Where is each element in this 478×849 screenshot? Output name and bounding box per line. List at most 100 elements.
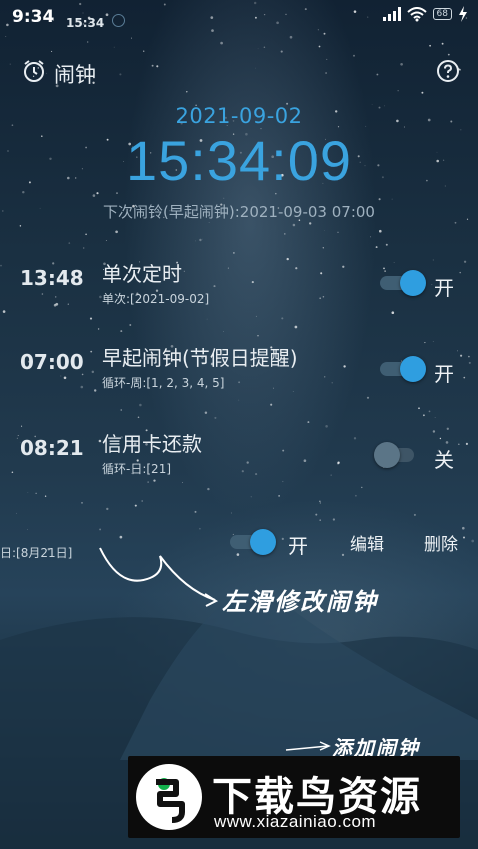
alarm-repeat: 循环-日:[21]	[102, 462, 172, 476]
signal-icon	[382, 7, 401, 21]
status-alarm-icon	[112, 14, 125, 27]
star	[19, 225, 22, 227]
star	[454, 221, 457, 224]
star	[68, 242, 71, 244]
star	[319, 519, 321, 521]
toggle-knob	[400, 356, 426, 382]
alarm-time: 07:00	[20, 350, 84, 374]
star	[81, 502, 83, 504]
edit-button[interactable]: 编辑	[350, 530, 384, 555]
star	[257, 335, 259, 337]
star	[201, 238, 203, 240]
star	[115, 230, 118, 234]
alarm-row[interactable]: 08:21 信用卡还款 循环-日:[21] 关	[0, 428, 478, 498]
alarm-title: 单次定时	[102, 262, 182, 286]
add-hint-arrow	[285, 745, 329, 751]
star	[378, 198, 381, 201]
star	[233, 252, 235, 254]
alarm-state-label: 开	[288, 534, 308, 558]
status-secondary-time: 15:34	[66, 16, 105, 30]
star	[309, 222, 312, 225]
star	[423, 414, 425, 417]
app-bar: 闹钟	[0, 56, 478, 88]
watermark-url: www.xiazainiao.com	[214, 812, 377, 831]
star	[131, 37, 132, 39]
star	[375, 246, 378, 249]
star	[385, 243, 388, 246]
wifi-icon	[406, 6, 427, 21]
alarm-row[interactable]: 07:00 早起闹钟(节假日提醒) 循环-周:[1, 2, 3, 4, 5] 开	[0, 342, 478, 412]
alarm-repeat: 循环-周:[1, 2, 3, 4, 5]	[102, 376, 225, 390]
star	[315, 513, 318, 516]
alarm-toggle[interactable]	[380, 270, 428, 296]
star	[92, 194, 96, 197]
alarm-state-label: 开	[434, 362, 454, 386]
star	[370, 236, 372, 238]
toggle-knob	[250, 529, 276, 555]
star	[319, 502, 321, 504]
star	[195, 240, 196, 242]
star	[318, 45, 321, 48]
alarm-state-label: 关	[434, 448, 454, 472]
delete-button[interactable]: 删除	[424, 530, 458, 555]
star	[5, 36, 7, 37]
star	[429, 44, 431, 47]
star	[263, 46, 266, 48]
alarm-state-label: 开	[434, 276, 454, 300]
toggle-knob	[400, 270, 426, 296]
star	[223, 197, 225, 199]
toggle-knob	[374, 442, 400, 468]
star	[208, 222, 210, 223]
star	[141, 500, 144, 502]
star	[413, 513, 416, 516]
star	[441, 42, 444, 45]
page-title: 闹钟	[54, 63, 96, 87]
star	[292, 223, 296, 227]
star	[284, 233, 286, 235]
watermark-banner: 下载鸟资源 www.xiazainiao.com	[128, 756, 460, 838]
star	[143, 50, 145, 52]
star	[230, 512, 232, 514]
star	[280, 50, 283, 53]
alarm-toggle[interactable]	[230, 529, 278, 555]
star	[275, 192, 277, 195]
star	[83, 247, 85, 249]
star	[222, 331, 224, 332]
alarm-toggle[interactable]	[374, 442, 422, 468]
current-date: 2021-09-02	[175, 104, 303, 128]
swipe-hint-text: 左滑修改闹钟	[222, 587, 378, 616]
help-icon[interactable]	[436, 59, 460, 83]
star	[16, 512, 17, 514]
star	[137, 416, 140, 419]
status-icons: 68	[382, 6, 468, 22]
star	[391, 198, 393, 200]
watermark-logo	[136, 764, 202, 830]
star	[199, 238, 202, 242]
star	[421, 91, 424, 94]
alarm-repeat: 日:[8月21日]	[0, 546, 73, 560]
alarm-row[interactable]: 13:48 单次定时 单次:[2021-09-02] 开	[0, 258, 478, 328]
current-time: 15:34:09	[126, 129, 352, 192]
status-time: 9:34	[12, 7, 55, 27]
star	[51, 50, 53, 52]
status-bar: 9:34 15:34 68	[0, 0, 478, 34]
star	[257, 48, 259, 50]
swiped-alarm-row[interactable]: 日:[8月21日] 开 编辑 删除	[0, 524, 478, 564]
star	[106, 507, 109, 511]
charging-icon	[459, 6, 467, 22]
star	[434, 416, 436, 418]
star	[21, 425, 23, 427]
star	[322, 247, 324, 249]
star	[85, 233, 87, 236]
next-alarm-info: 下次闹铃(早起闹钟):2021-09-03 07:00	[103, 203, 375, 221]
star	[332, 518, 336, 521]
alarm-time: 13:48	[20, 266, 84, 290]
battery-indicator: 68	[432, 8, 452, 20]
star	[319, 500, 321, 502]
alarm-repeat: 单次:[2021-09-02]	[102, 292, 210, 306]
alarm-time: 08:21	[20, 436, 84, 460]
star	[97, 328, 100, 330]
alarm-toggle[interactable]	[380, 356, 428, 382]
star	[220, 41, 223, 45]
star	[105, 239, 107, 242]
